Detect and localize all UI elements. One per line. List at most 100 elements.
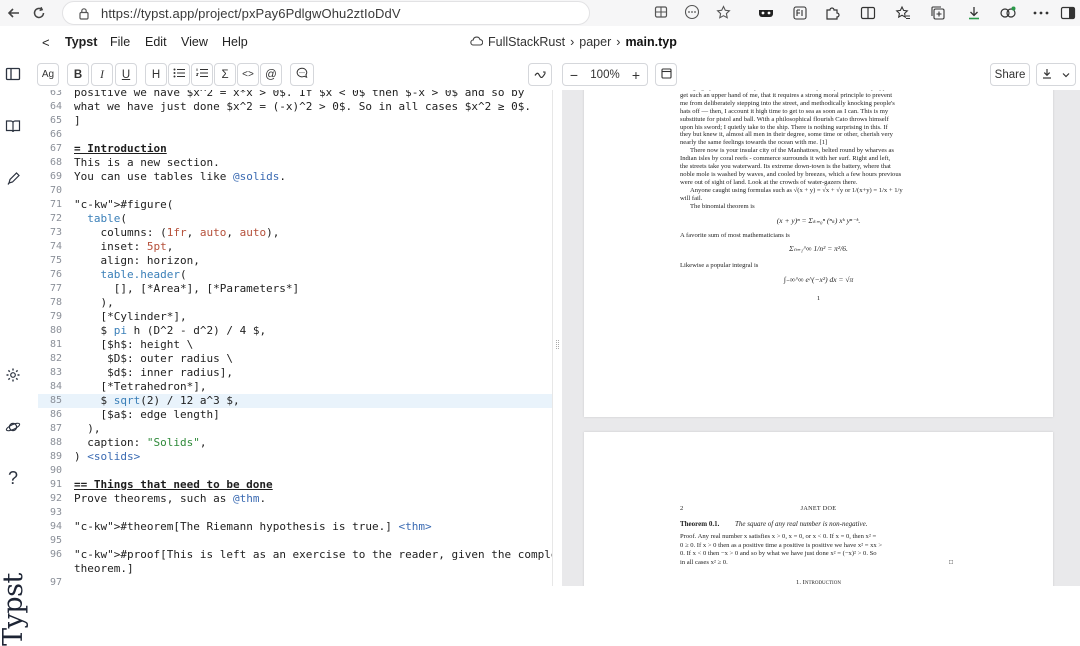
code-line[interactable]: 68 This is a new section. bbox=[38, 156, 552, 170]
share-button[interactable]: Share bbox=[990, 63, 1030, 86]
breadcrumb-folder[interactable]: paper bbox=[579, 35, 611, 49]
italic-button[interactable]: I bbox=[91, 63, 113, 86]
code-button[interactable]: <> bbox=[237, 63, 259, 86]
extension-mask-icon[interactable] bbox=[756, 3, 776, 23]
breadcrumb-project[interactable]: FullStackRust bbox=[488, 35, 565, 49]
code-line[interactable]: theorem.] bbox=[38, 562, 552, 576]
address-bar[interactable]: https://typst.app/project/pxPay6PdlgwOhu… bbox=[62, 1, 590, 25]
reference-button[interactable]: @ bbox=[260, 63, 282, 86]
numbered-list-button[interactable] bbox=[191, 63, 213, 86]
menu-view[interactable]: View bbox=[181, 35, 208, 49]
heading-button[interactable]: H bbox=[145, 63, 167, 86]
code-text[interactable]: table( bbox=[74, 212, 127, 226]
zoom-in-button[interactable]: + bbox=[625, 67, 647, 83]
code-text[interactable]: "c-kw">#proof[This is left as an exercis… bbox=[74, 548, 552, 562]
code-line[interactable]: 79 [*Cylinder*], bbox=[38, 310, 552, 324]
code-line[interactable]: 95 bbox=[38, 534, 552, 548]
planet-icon[interactable] bbox=[3, 417, 23, 437]
code-line[interactable]: 67 = Introduction bbox=[38, 142, 552, 156]
settings-more-icon[interactable] bbox=[1031, 3, 1051, 23]
code-text[interactable]: [$h$: height \ bbox=[74, 338, 193, 352]
math-button[interactable]: Σ bbox=[214, 63, 236, 86]
bookmark-star-icon[interactable] bbox=[714, 3, 732, 21]
code-text[interactable]: Prove theorems, such as @thm. bbox=[74, 492, 266, 506]
help-icon[interactable]: ? bbox=[3, 468, 23, 488]
code-line[interactable]: 77 [], [*Area*], [*Parameters*] bbox=[38, 282, 552, 296]
code-line[interactable]: 69 You can use tables like @solids. bbox=[38, 170, 552, 184]
code-line[interactable]: 80 $ pi h (D^2 - d^2) / 4 $, bbox=[38, 324, 552, 338]
menu-edit[interactable]: Edit bbox=[145, 35, 167, 49]
code-text[interactable]: ), bbox=[74, 296, 113, 310]
code-line[interactable]: 66 bbox=[38, 128, 552, 142]
code-line[interactable]: 83 $d$: inner radius], bbox=[38, 366, 552, 380]
more-dots-icon[interactable] bbox=[683, 3, 701, 21]
code-line[interactable]: 85 $ sqrt(2) / 12 a^3 $, bbox=[38, 394, 552, 408]
zoom-level[interactable]: 100% bbox=[590, 69, 619, 81]
code-line[interactable]: 76 table.header( bbox=[38, 268, 552, 282]
code-text[interactable]: $D$: outer radius \ bbox=[74, 352, 233, 366]
pen-icon[interactable] bbox=[3, 168, 23, 188]
code-text[interactable]: align: horizon, bbox=[74, 254, 199, 268]
code-text[interactable]: $ pi h (D^2 - d^2) / 4 $, bbox=[74, 324, 266, 338]
extension-bk-icon[interactable] bbox=[790, 3, 810, 23]
code-line[interactable]: 89) <solids> bbox=[38, 450, 552, 464]
reload-icon[interactable] bbox=[28, 2, 50, 24]
code-line[interactable]: 81 [$h$: height \ bbox=[38, 338, 552, 352]
code-text[interactable]: ] bbox=[74, 114, 81, 128]
code-text[interactable]: [], [*Area*], [*Parameters*] bbox=[74, 282, 299, 296]
code-text[interactable]: = Introduction bbox=[74, 142, 167, 156]
breadcrumb-file[interactable]: main.typ bbox=[625, 35, 676, 49]
code-line[interactable]: 90 bbox=[38, 464, 552, 478]
book-icon[interactable] bbox=[3, 116, 23, 136]
gear-icon[interactable] bbox=[3, 365, 23, 385]
underline-button[interactable]: U bbox=[115, 63, 137, 86]
code-editor[interactable]: 63 positive we have $x^2 = x*x > 0$. If $… bbox=[38, 90, 552, 586]
sidebar-toggle-icon[interactable] bbox=[858, 3, 878, 23]
collections-icon[interactable] bbox=[928, 3, 948, 23]
code-text[interactable]: caption: "Solids", bbox=[74, 436, 206, 450]
zoom-out-button[interactable]: − bbox=[563, 67, 585, 83]
browser-panel-icon[interactable] bbox=[1058, 3, 1078, 23]
downloads-icon[interactable] bbox=[964, 3, 984, 23]
code-line[interactable]: 96 "c-kw">#proof[This is left as an exerc… bbox=[38, 548, 552, 562]
code-text[interactable]: [*Tetrahedron*], bbox=[74, 380, 206, 394]
apps-icon[interactable] bbox=[652, 3, 670, 21]
code-text[interactable]: inset: 5pt, bbox=[74, 240, 173, 254]
bullet-list-button[interactable] bbox=[168, 63, 190, 86]
bold-button[interactable]: B bbox=[67, 63, 89, 86]
code-text[interactable]: $ sqrt(2) / 12 a^3 $, bbox=[74, 394, 239, 408]
code-line[interactable]: 63 positive we have $x^2 = x*x > 0$. If $… bbox=[38, 90, 552, 100]
code-text[interactable]: columns: (1fr, auto, auto), bbox=[74, 226, 279, 240]
code-text[interactable]: "c-kw">#figure( bbox=[74, 198, 173, 212]
code-line[interactable]: 64 what we have just done $x^2 = (-x)^2 >… bbox=[38, 100, 552, 114]
code-line[interactable]: 71 "c-kw">#figure( bbox=[38, 198, 552, 212]
code-text[interactable]: table.header( bbox=[74, 268, 187, 282]
code-line[interactable]: 73 columns: (1fr, auto, auto), bbox=[38, 226, 552, 240]
code-line[interactable]: 88 caption: "Solids", bbox=[38, 436, 552, 450]
code-line[interactable]: 72 table( bbox=[38, 212, 552, 226]
code-line[interactable]: 70 bbox=[38, 184, 552, 198]
pane-splitter[interactable] bbox=[552, 90, 562, 586]
extension-puzzle-icon[interactable] bbox=[822, 3, 842, 23]
code-text[interactable]: $d$: inner radius], bbox=[74, 366, 233, 380]
code-line[interactable]: 86 [$a$: edge length] bbox=[38, 408, 552, 422]
comment-button[interactable] bbox=[290, 63, 314, 86]
code-line[interactable]: 92 Prove theorems, such as @thm. bbox=[38, 492, 552, 506]
code-line[interactable]: 74 inset: 5pt, bbox=[38, 240, 552, 254]
copilot-icon[interactable] bbox=[998, 3, 1018, 23]
code-text[interactable]: theorem.] bbox=[74, 562, 134, 576]
text-style-button[interactable]: Ag bbox=[37, 63, 59, 86]
splitter-grip-icon[interactable] bbox=[556, 340, 559, 349]
code-line[interactable]: 82 $D$: outer radius \ bbox=[38, 352, 552, 366]
code-text[interactable]: You can use tables like @solids. bbox=[74, 170, 286, 184]
auto-preview-button[interactable] bbox=[528, 63, 552, 86]
back-arrow-icon[interactable] bbox=[3, 2, 25, 24]
code-line[interactable]: 91 == Things that need to be done bbox=[38, 478, 552, 492]
code-text[interactable]: == Things that need to be done bbox=[74, 478, 273, 492]
code-text[interactable]: [*Cylinder*], bbox=[74, 310, 186, 324]
url-text[interactable]: https://typst.app/project/pxPay6PdlgwOhu… bbox=[101, 6, 401, 21]
code-line[interactable]: 78 ), bbox=[38, 296, 552, 310]
download-button[interactable] bbox=[1036, 63, 1076, 86]
code-text[interactable]: ) <solids> bbox=[74, 450, 140, 464]
code-text[interactable]: ), bbox=[74, 422, 100, 436]
